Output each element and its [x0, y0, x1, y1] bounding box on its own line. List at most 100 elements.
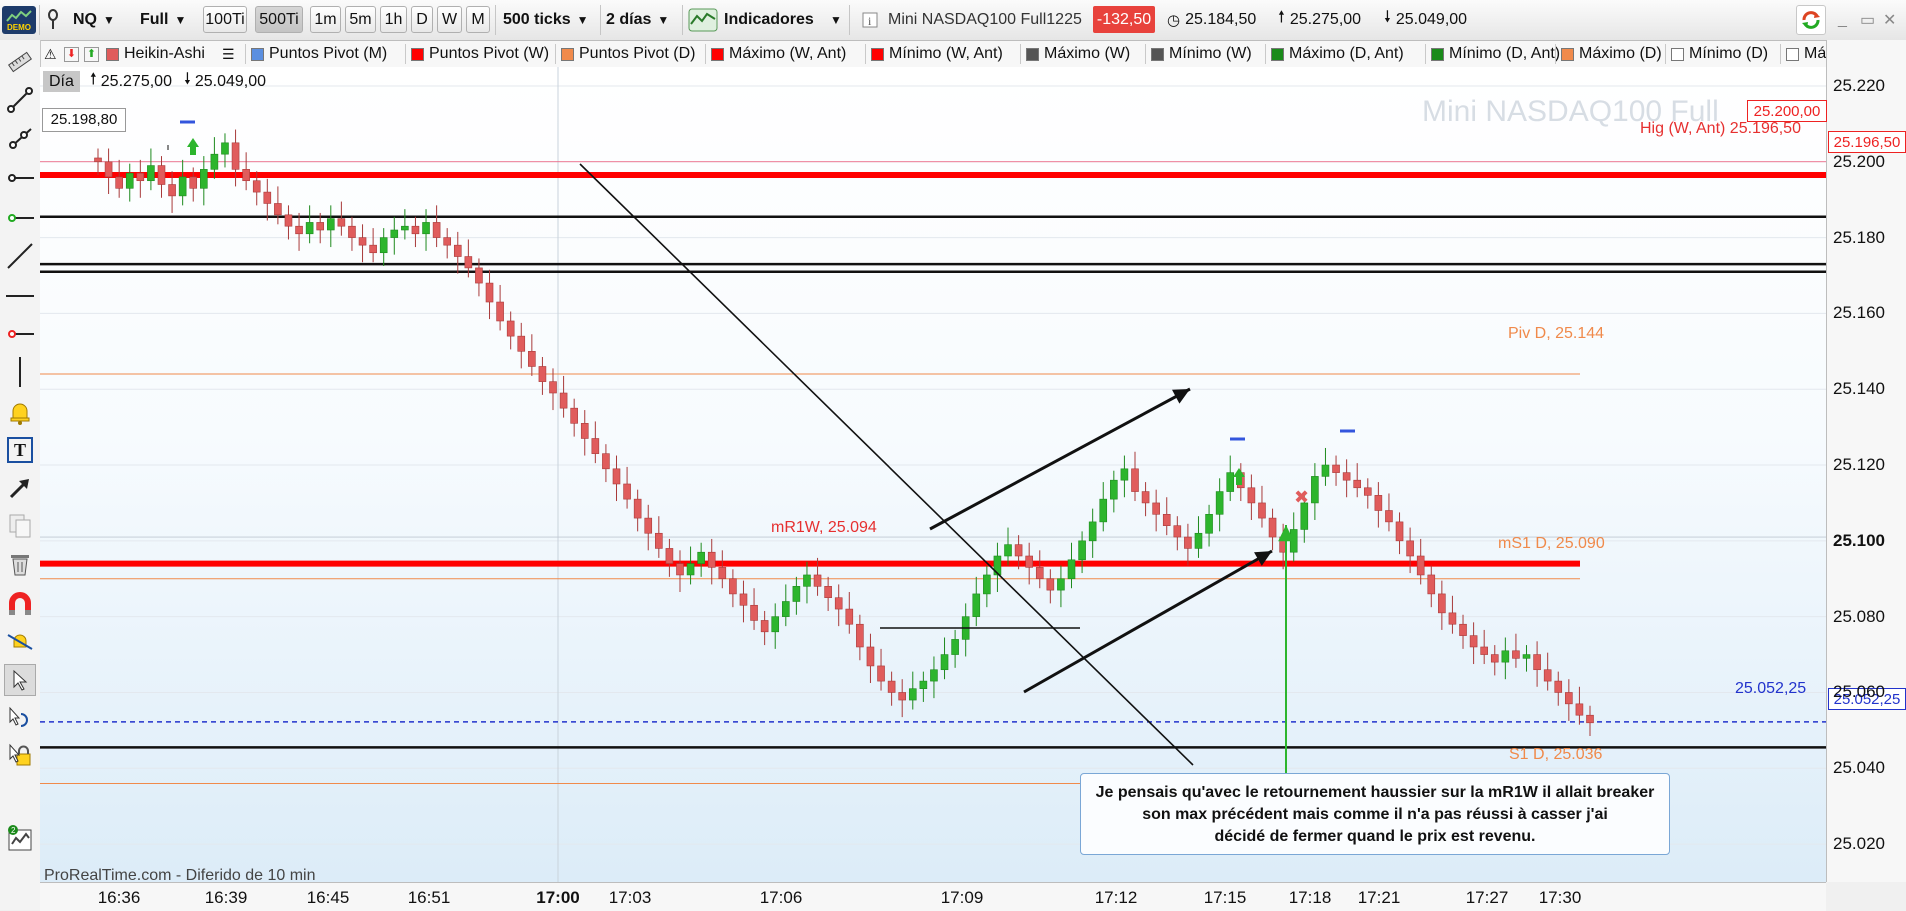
candle-body: [1152, 502, 1160, 515]
layouts-icon[interactable]: 2: [4, 822, 36, 854]
period-button-w[interactable]: W: [437, 6, 462, 33]
candle-body: [856, 623, 864, 648]
legend-item[interactable]: Mínimo (D, Ant): [1431, 44, 1560, 64]
period-button-5m[interactable]: 5m: [345, 6, 376, 33]
period-button-d[interactable]: D: [411, 6, 433, 33]
legend-item[interactable]: Máximo (W, Ant): [711, 44, 846, 64]
candle-body: [1406, 540, 1414, 557]
candle-body: [178, 176, 187, 197]
candle-body: [549, 381, 557, 394]
candle-body: [94, 157, 102, 163]
period-button-100ti[interactable]: 100Ti: [203, 6, 247, 33]
time-axis[interactable]: 16:36 16:39 16:45 16:51 17:00 17:03 17:06 17:09…: [40, 882, 1826, 911]
sync-icon[interactable]: [1796, 5, 1826, 35]
maximize-icon[interactable]: ▭: [1860, 6, 1875, 33]
close-icon[interactable]: ✕: [1883, 6, 1897, 33]
annotation-box[interactable]: Je pensais qu'avec le retournement hauss…: [1080, 773, 1670, 855]
candle-body: [157, 165, 166, 185]
cursor-icon[interactable]: [4, 664, 36, 696]
segment-tool-icon[interactable]: [4, 84, 36, 116]
legend-swatch: [1561, 47, 1574, 61]
green-horizontal-ray-icon[interactable]: [4, 202, 36, 234]
candle-body: [1321, 464, 1330, 477]
legend-item[interactable]: Mínimo (D): [1671, 44, 1768, 64]
vertical-line-icon[interactable]: [4, 356, 36, 388]
candle-body: [1194, 532, 1203, 549]
legend-item[interactable]: Puntos Pivot (W): [411, 44, 549, 64]
link-icon[interactable]: [44, 6, 62, 33]
demo-label: DEMO: [7, 22, 31, 32]
legend-item[interactable]: Máximo (W): [1026, 44, 1130, 64]
period-button-1m[interactable]: 1m: [310, 6, 341, 33]
legend-item[interactable]: Puntos Pivot (D): [561, 44, 695, 64]
day-label: Día: [43, 71, 80, 92]
candle-body: [200, 169, 208, 189]
red-horizontal-ray-icon[interactable]: [4, 318, 36, 350]
ruler-icon[interactable]: [4, 46, 36, 78]
legend-item[interactable]: Mínimo (W): [1151, 44, 1252, 64]
price-axis[interactable]: 25.200,00 25.196,50 25.052,25 25.220 25.2…: [1747, 40, 1906, 882]
candle-body: [231, 142, 240, 170]
candle-body: [707, 551, 716, 568]
trash-icon[interactable]: [4, 548, 36, 580]
legend-item[interactable]: Máximo (D): [1561, 44, 1662, 64]
ray-tool-icon[interactable]: [4, 122, 36, 154]
candle-body: [1374, 495, 1383, 511]
text-tool-icon[interactable]: T: [4, 434, 36, 466]
arrow-down-red-icon[interactable]: ⬇: [64, 44, 79, 64]
candle-body: [496, 301, 504, 322]
label-s1-d: S1 D, 25.036: [1509, 746, 1603, 763]
legend-item[interactable]: Mínimo (W, Ant): [871, 44, 1003, 64]
candle-body: [898, 692, 906, 701]
info-icon[interactable]: i: [862, 6, 878, 33]
price-chart[interactable]: ✖ Mini NASDAQ100 Full Hig (W, Ant) 25.19…: [40, 67, 1826, 882]
view-mode-select[interactable]: Full ▼: [140, 6, 190, 33]
minimize-icon[interactable]: _: [1838, 6, 1852, 33]
legend-item[interactable]: Puntos Pivot (M): [251, 44, 387, 64]
alert-icon[interactable]: ⚠: [44, 44, 57, 64]
legend-item[interactable]: Heikin-Ashi: [106, 44, 205, 64]
candle-body: [1004, 544, 1012, 557]
trend-line-icon[interactable]: [4, 240, 36, 272]
alert-bell-icon[interactable]: [4, 396, 36, 428]
legend-separator: [1145, 44, 1146, 64]
candle-body: [1480, 646, 1488, 655]
period-button-1h[interactable]: 1h: [380, 6, 407, 33]
candle-body: [242, 169, 250, 182]
legend-label: Máximo (W): [1044, 45, 1131, 62]
lock-cursor-icon[interactable]: [4, 740, 36, 772]
alert-settings-icon[interactable]: [4, 626, 36, 658]
candle-body: [866, 646, 875, 667]
legend-item[interactable]: Máxi: [1786, 44, 1828, 64]
candle-body: [422, 222, 430, 235]
indicators-dropdown-chevron[interactable]: ▼: [830, 6, 844, 33]
period-button-m[interactable]: M: [466, 6, 490, 33]
candle-body: [1533, 654, 1541, 671]
candle-body: [919, 680, 928, 689]
undo-cursor-icon[interactable]: [4, 702, 36, 734]
indicators-button[interactable]: Indicadores: [688, 6, 818, 33]
legend-item[interactable]: Máximo (D, Ant): [1271, 44, 1404, 64]
units-select[interactable]: 500 ticks ▼: [503, 6, 597, 33]
horizontal-ray-icon[interactable]: [4, 162, 36, 194]
list-icon[interactable]: ☰: [222, 44, 235, 64]
time-tick-label: 16:51: [407, 888, 451, 907]
legend-swatch: [1271, 47, 1284, 61]
high-value: 🠕 25.275,00: [1278, 6, 1361, 33]
view-mode-label: Full: [140, 10, 169, 28]
period-button-500ti[interactable]: 500Ti: [255, 6, 303, 33]
symbol-select[interactable]: NQ ▼: [73, 6, 129, 33]
range-select[interactable]: 2 días ▼: [606, 6, 686, 33]
candle-body: [993, 555, 1002, 576]
arrow-up-green-icon[interactable]: ⬆: [84, 44, 99, 64]
copy-icon[interactable]: [4, 510, 36, 542]
magnet-icon[interactable]: [4, 588, 36, 620]
legend-label: Mínimo (D): [1689, 45, 1769, 62]
horizontal-line-icon[interactable]: [4, 280, 36, 312]
candle-body: [1332, 464, 1340, 473]
candle-body: [1078, 540, 1086, 561]
candle-body: [485, 282, 494, 303]
candle-body: [401, 225, 409, 231]
arrow-tool-icon[interactable]: [4, 472, 36, 504]
candle-body: [115, 176, 123, 189]
